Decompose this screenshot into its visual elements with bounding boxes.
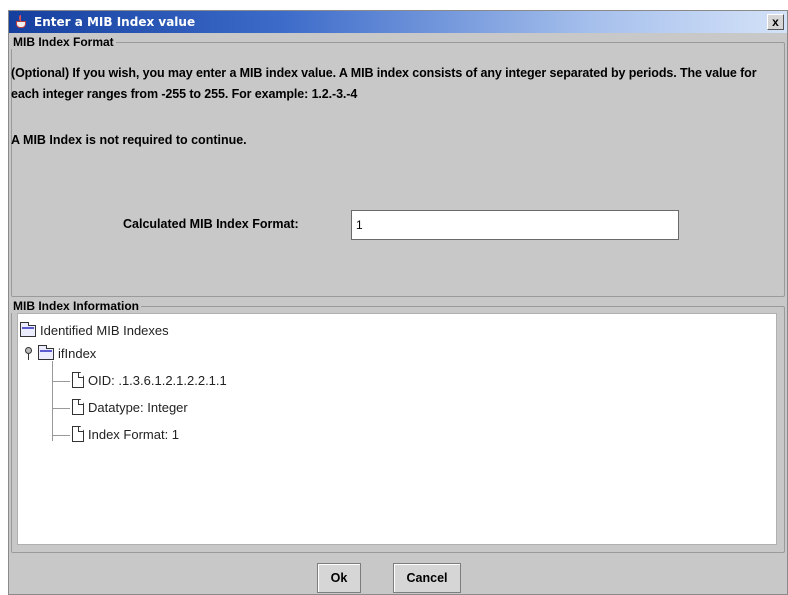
java-cup-icon [14,15,28,29]
document-icon [72,399,84,415]
close-button[interactable]: x [767,14,784,30]
tree-leaf-index-format[interactable]: Index Format: 1 [72,426,179,442]
tree-leaf-datatype[interactable]: Datatype: Integer [72,399,188,415]
info-group-legend: MIB Index Information [13,299,139,313]
tree-root-label: Identified MIB Indexes [40,323,169,338]
format-group-legend: MIB Index Format [13,35,114,49]
title-bar[interactable]: Enter a MIB Index value x [9,11,787,33]
tree-leaf-oid[interactable]: OID: .1.3.6.1.2.1.2.2.1.1 [72,372,227,388]
tree-root[interactable]: Identified MIB Indexes [20,321,169,338]
calculated-format-input[interactable] [351,210,679,240]
tree-leaf-label: Datatype: Integer [88,399,188,415]
tree-handle-icon[interactable] [24,346,34,361]
tree-leaf-label: OID: .1.3.6.1.2.1.2.2.1.1 [88,372,227,388]
document-icon [72,372,84,388]
not-required-note: A MIB Index is not required to continue. [11,133,247,147]
folder-icon [20,321,36,337]
cancel-button[interactable]: Cancel [393,563,461,593]
format-description: (Optional) If you wish, you may enter a … [11,66,757,101]
tree-node-label: ifIndex [58,346,97,361]
index-tree[interactable]: Identified MIB Indexes ifIndex OID: .1.3… [17,313,777,545]
document-icon [72,426,84,442]
folder-icon [38,344,54,360]
ok-button[interactable]: Ok [317,563,361,593]
window-title: Enter a MIB Index value [34,15,196,29]
tree-leaf-label: Index Format: 1 [88,426,180,442]
dialog-window: Enter a MIB Index value x MIB Index Form… [8,10,788,595]
calculated-format-label: Calculated MIB Index Format: [123,217,299,231]
tree-node-ifindex[interactable]: ifIndex [24,344,97,361]
button-bar: Ok Cancel [9,555,787,595]
